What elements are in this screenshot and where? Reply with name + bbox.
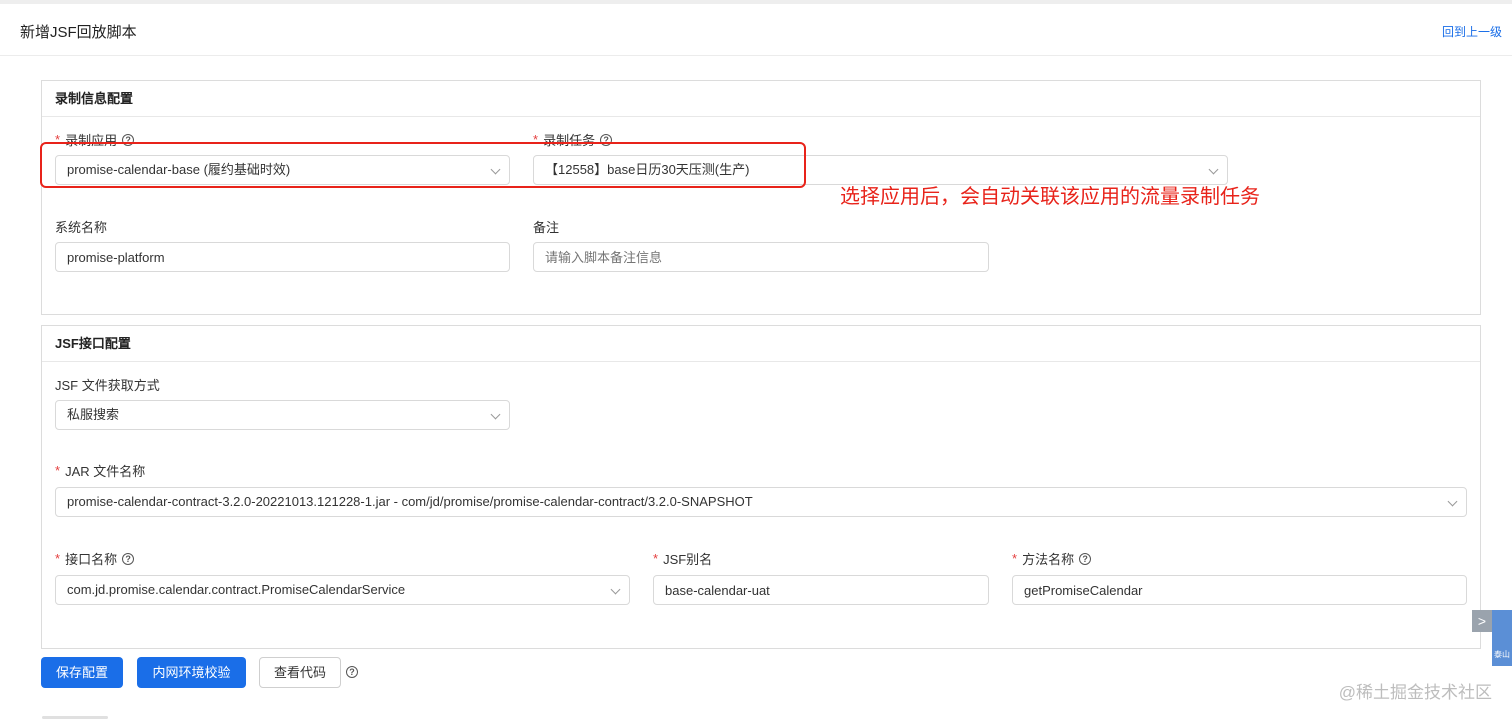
record-app-label-text: 录制应用: [65, 133, 118, 148]
chevron-down-icon: [1447, 496, 1458, 507]
assistant-avatar[interactable]: 泰山: [1492, 610, 1512, 666]
record-app-label: * 录制应用 ?: [55, 130, 135, 149]
required-mark: *: [55, 132, 61, 147]
jsf-alias-input[interactable]: [653, 575, 989, 605]
chevron-down-icon: [490, 409, 501, 420]
help-icon[interactable]: ?: [1079, 552, 1092, 565]
save-config-button[interactable]: 保存配置: [41, 657, 123, 688]
fetch-mode-label: JSF 文件获取方式: [55, 375, 160, 394]
help-icon[interactable]: ?: [122, 552, 135, 565]
interface-name-value: com.jd.promise.calendar.contract.Promise…: [67, 582, 406, 597]
jar-name-label-text: JAR 文件名称: [65, 464, 146, 479]
record-app-select[interactable]: promise-calendar-base (履约基础时效): [55, 155, 510, 185]
jsf-alias-label: * JSF别名: [653, 549, 712, 568]
fetch-mode-value: 私服搜索: [67, 407, 120, 422]
page-header: 新增JSF回放脚本 回到上一级: [0, 4, 1512, 56]
jsf-config-title: JSF接口配置: [42, 326, 1480, 362]
jar-name-value: promise-calendar-contract-3.2.0-20221013…: [67, 494, 753, 509]
watermark: @稀土掘金技术社区: [1338, 683, 1492, 702]
fetch-mode-label-text: JSF 文件获取方式: [55, 378, 160, 393]
help-icon[interactable]: ?: [122, 133, 135, 146]
method-name-label-text: 方法名称: [1022, 552, 1075, 567]
side-float-widget[interactable]: > 泰山: [1472, 610, 1512, 666]
required-mark: *: [653, 551, 659, 566]
view-code-button[interactable]: 查看代码: [259, 657, 341, 688]
interface-name-label: * 接口名称 ?: [55, 549, 135, 568]
back-link[interactable]: 回到上一级: [1442, 23, 1502, 40]
interface-name-select[interactable]: com.jd.promise.calendar.contract.Promise…: [55, 575, 630, 605]
jar-name-label: * JAR 文件名称: [55, 461, 145, 480]
record-task-label: * 录制任务 ?: [533, 130, 613, 149]
interface-name-label-text: 接口名称: [65, 552, 118, 567]
required-mark: *: [533, 132, 539, 147]
help-icon[interactable]: ?: [600, 133, 613, 146]
page-title: 新增JSF回放脚本: [20, 24, 137, 41]
record-task-label-text: 录制任务: [543, 133, 596, 148]
jsf-alias-label-text: JSF别名: [663, 552, 713, 567]
chevron-down-icon: [1208, 164, 1219, 175]
method-name-input[interactable]: [1012, 575, 1467, 605]
remark-label-text: 备注: [533, 220, 560, 235]
chevron-down-icon: [610, 584, 621, 595]
fetch-mode-select[interactable]: 私服搜索: [55, 400, 510, 430]
intranet-verify-button[interactable]: 内网环境校验: [137, 657, 246, 688]
help-icon[interactable]: ?: [346, 666, 358, 678]
required-mark: *: [55, 551, 61, 566]
system-name-label-text: 系统名称: [55, 220, 108, 235]
remark-label: 备注: [533, 217, 559, 236]
system-name-input[interactable]: [55, 242, 510, 272]
remark-input[interactable]: [533, 242, 989, 272]
jar-name-select[interactable]: promise-calendar-contract-3.2.0-20221013…: [55, 487, 1467, 517]
record-config-section: 录制信息配置: [41, 80, 1481, 315]
record-app-value: promise-calendar-base (履约基础时效): [67, 162, 291, 177]
record-config-title: 录制信息配置: [42, 81, 1480, 117]
system-name-label: 系统名称: [55, 217, 107, 236]
required-mark: *: [1012, 551, 1018, 566]
chevron-down-icon: [490, 164, 501, 175]
annotation-text: 选择应用后，会自动关联该应用的流量录制任务: [840, 186, 1260, 208]
chevron-right-icon[interactable]: >: [1472, 610, 1492, 632]
record-task-value: 【12558】base日历30天压测(生产): [545, 162, 750, 177]
required-mark: *: [55, 463, 61, 478]
method-name-label: * 方法名称 ?: [1012, 549, 1092, 568]
